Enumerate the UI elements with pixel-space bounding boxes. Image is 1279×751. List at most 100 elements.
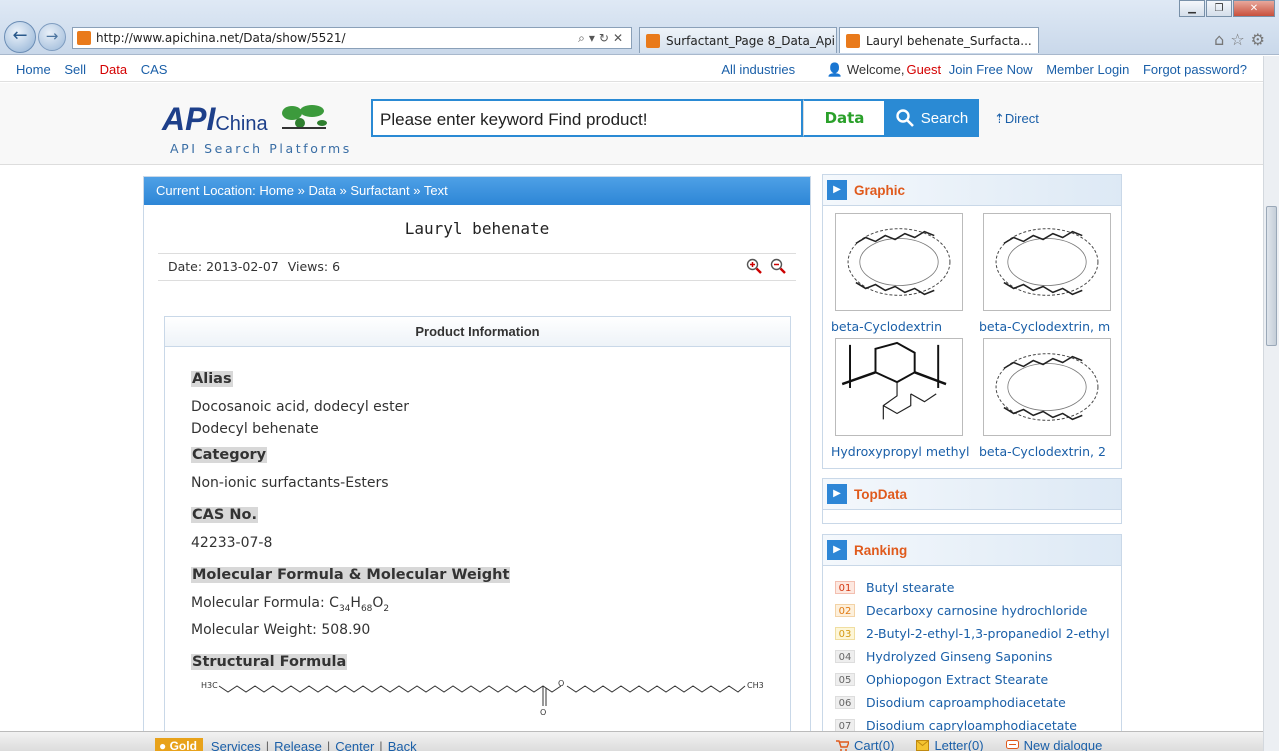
date-label: Date: — [168, 259, 203, 274]
direct-link[interactable]: ⇡Direct — [994, 111, 1039, 127]
top-nav: Home Sell Data CAS All industries 👤 Welco… — [0, 56, 1263, 82]
ranking-item[interactable]: 04 Hydrolyzed Ginseng Saponins — [835, 645, 1121, 668]
logo-tagline: API Search Platforms — [170, 141, 352, 156]
join-link[interactable]: Join Free Now — [949, 62, 1033, 77]
graphic-caption[interactable]: beta-Cyclodextrin — [831, 319, 971, 334]
graphic-heading: Graphic — [854, 182, 906, 198]
panel-arrow-icon: ▶ — [827, 484, 847, 504]
ranking-link[interactable]: Hydrolyzed Ginseng Saponins — [866, 649, 1052, 664]
address-url: http://www.apichina.net/Data/show/5521/ — [96, 31, 346, 45]
graphic-thumb[interactable]: Hydroxypropyl methyl — [831, 338, 979, 459]
article-meta: Date: 2013-02-07 Views: 6 — [158, 253, 796, 281]
graphic-caption[interactable]: beta-Cyclodextrin, 2 — [979, 444, 1119, 459]
forward-button[interactable]: → — [38, 23, 66, 51]
nav-home-link[interactable]: Home — [16, 62, 51, 77]
letter-button[interactable]: Letter(0) — [916, 738, 984, 751]
molecular-heading: Molecular Formula & Molecular Weight — [191, 567, 511, 583]
center-link[interactable]: Center — [335, 739, 374, 751]
molecular-weight-label: Molecular Weight: — [191, 621, 317, 638]
nav-sell-link[interactable]: Sell — [64, 62, 86, 77]
zoom-in-icon[interactable] — [746, 258, 762, 274]
rank-number: 05 — [835, 673, 855, 686]
home-icon[interactable]: ⌂ — [1214, 30, 1230, 49]
cyclodextrin-structure-icon — [835, 213, 963, 311]
ranking-item[interactable]: 03 2-Butyl-2-ethyl-1,3-propanediol 2-ethy… — [835, 622, 1121, 645]
login-link[interactable]: Member Login — [1046, 62, 1129, 77]
all-industries-link[interactable]: All industries — [721, 62, 795, 77]
ranking-item[interactable]: 02 Decarboxy carnosine hydrochloride — [835, 599, 1121, 622]
ranking-link[interactable]: Disodium caproamphodiacetate — [866, 695, 1066, 710]
search-icon — [896, 109, 914, 127]
page-scrollbar[interactable] — [1263, 56, 1279, 751]
address-bar[interactable]: http://www.apichina.net/Data/show/5521/ … — [72, 27, 632, 49]
struct-o-label-1: O — [540, 708, 546, 716]
tab-favicon-icon — [846, 33, 860, 48]
browser-tab-label: Lauryl behenate_Surfacta... — [866, 33, 1032, 48]
nav-cas-link[interactable]: CAS — [141, 62, 168, 77]
back-button[interactable]: ← — [4, 21, 36, 53]
forgot-password-link[interactable]: Forgot password? — [1143, 62, 1247, 77]
browser-chrome: ▁ ❐ ✕ ← → http://www.apichina.net/Data/s… — [0, 0, 1279, 55]
graphic-caption[interactable]: beta-Cyclodextrin, m — [979, 319, 1119, 334]
panel-arrow-icon: ▶ — [827, 540, 847, 560]
search-input[interactable]: Please enter keyword Find product! — [371, 99, 803, 137]
graphic-thumb[interactable]: beta-Cyclodextrin, 2 — [979, 338, 1127, 459]
category-heading: Category — [191, 447, 268, 463]
rank-number: 02 — [835, 604, 855, 617]
release-link[interactable]: Release — [274, 739, 322, 751]
graphic-thumb[interactable]: beta-Cyclodextrin, m — [979, 213, 1127, 334]
site-header: APIChina API Search Platforms Please ent… — [0, 83, 1263, 165]
graphic-panel: ▶ Graphic beta-Cyclodextrin beta-Cyclode… — [822, 174, 1122, 469]
search-type-select[interactable]: Data — [803, 99, 885, 137]
site-favicon-icon — [77, 31, 91, 45]
zoom-out-icon[interactable] — [770, 258, 786, 274]
favorites-star-icon[interactable]: ☆ — [1230, 30, 1250, 49]
back-link[interactable]: Back — [388, 739, 417, 751]
services-link[interactable]: Services — [211, 739, 261, 751]
ranking-item[interactable]: 06 Disodium caproamphodiacetate — [835, 691, 1121, 714]
ranking-link[interactable]: Butyl stearate — [866, 580, 954, 595]
gold-badge[interactable]: ● Gold — [155, 738, 203, 751]
ranking-link[interactable]: Ophiopogon Extract Stearate — [866, 672, 1048, 687]
site-logo[interactable]: APIChina API Search Platforms — [162, 101, 362, 161]
logo-china-text: China — [215, 113, 268, 135]
polymer-structure-icon — [835, 338, 963, 436]
ranking-list: 01 Butyl stearate 02 Decarboxy carnosine h… — [823, 566, 1121, 737]
ranking-item[interactable]: 05 Ophiopogon Extract Stearate — [835, 668, 1121, 691]
ranking-panel: ▶ Ranking 01 Butyl stearate 02 Decarboxy c… — [822, 534, 1122, 734]
date-value: 2013-02-07 — [206, 259, 279, 274]
views-label: Views: — [287, 259, 329, 274]
ranking-link[interactable]: 2-Butyl-2-ethyl-1,3-propanediol 2-ethyl — [866, 626, 1110, 641]
nav-data-link[interactable]: Data — [100, 62, 127, 77]
struct-left-label: H3C — [201, 681, 218, 690]
molecular-formula-line: Molecular Formula: C34H68O2 — [191, 595, 790, 614]
maximize-button[interactable]: ❐ — [1206, 0, 1232, 17]
ranking-item[interactable]: 01 Butyl stearate — [835, 576, 1121, 599]
scrollbar-thumb[interactable] — [1266, 206, 1277, 346]
browser-toolbar-icons: ⌂☆⚙ — [1214, 30, 1271, 49]
structural-formula-heading: Structural Formula — [191, 653, 348, 670]
search-button[interactable]: Search — [884, 99, 979, 137]
close-window-button[interactable]: ✕ — [1233, 0, 1275, 17]
graphic-caption[interactable]: Hydroxypropyl methyl — [831, 444, 971, 459]
browser-tab-1[interactable]: Surfactant_Page 8_Data_Api... — [639, 27, 837, 53]
minimize-button[interactable]: ▁ — [1179, 0, 1205, 17]
user-icon: 👤 — [826, 62, 843, 77]
browser-tab-2[interactable]: Lauryl behenate_Surfacta... ✕ — [839, 27, 1039, 53]
gold-coin-icon: ● — [159, 739, 167, 751]
up-arrow-icon: ⇡ — [994, 111, 1005, 126]
address-tools-icon[interactable]: ⌕▾↻✕ — [578, 31, 627, 46]
cart-button[interactable]: Cart(0) — [836, 738, 894, 751]
new-dialogue-button[interactable]: New dialogue — [1005, 738, 1102, 751]
molecular-weight-value: 508.90 — [321, 621, 371, 638]
graphic-thumb[interactable]: beta-Cyclodextrin — [831, 213, 979, 334]
molecular-weight-line: Molecular Weight: 508.90 — [191, 622, 790, 638]
ranking-link[interactable]: Decarboxy carnosine hydrochloride — [866, 603, 1087, 618]
bottom-toolbar: ● Gold Services | Release | Center | Back C… — [0, 731, 1263, 751]
page-title: Lauryl behenate — [404, 219, 550, 238]
topdata-heading: TopData — [854, 486, 907, 502]
settings-gear-icon[interactable]: ⚙ — [1251, 30, 1271, 49]
views-value: 6 — [332, 259, 341, 274]
close-tab-icon[interactable]: ✕ — [1038, 34, 1039, 48]
cyclodextrin-structure-icon — [983, 338, 1111, 436]
